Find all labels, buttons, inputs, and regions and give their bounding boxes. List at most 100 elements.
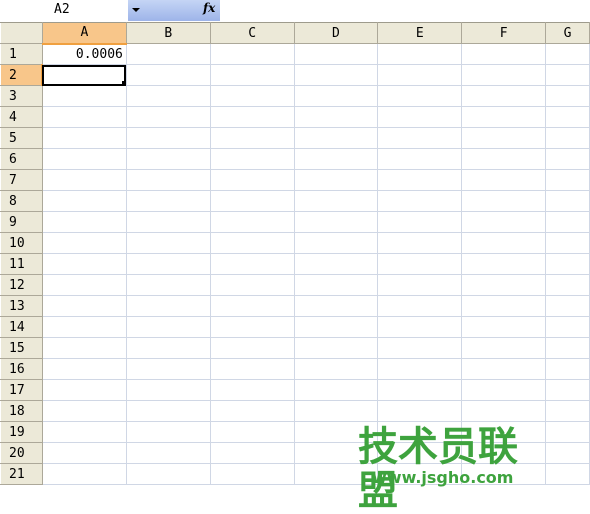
cell-b10[interactable]	[125, 232, 211, 254]
cell-c21[interactable]	[209, 463, 295, 485]
cell-g18[interactable]	[545, 400, 590, 422]
cell-c16[interactable]	[209, 358, 295, 380]
name-box[interactable]: A2	[0, 0, 129, 20]
cell-d13[interactable]	[293, 295, 379, 317]
cell-a20[interactable]	[41, 442, 127, 464]
row-header-2[interactable]: 2	[0, 64, 44, 86]
cell-e12[interactable]	[377, 274, 463, 296]
cell-a10[interactable]	[41, 232, 127, 254]
column-header-c[interactable]: C	[209, 22, 295, 44]
cell-b6[interactable]	[125, 148, 211, 170]
formula-input[interactable]	[220, 0, 590, 21]
cell-c11[interactable]	[209, 253, 295, 275]
cell-c20[interactable]	[209, 442, 295, 464]
cell-a9[interactable]	[41, 211, 127, 233]
cell-e8[interactable]	[377, 190, 463, 212]
cell-g14[interactable]	[545, 316, 590, 338]
cell-d3[interactable]	[293, 85, 379, 107]
cell-b19[interactable]	[125, 421, 211, 443]
cell-e9[interactable]	[377, 211, 463, 233]
cell-e10[interactable]	[377, 232, 463, 254]
cell-c8[interactable]	[209, 190, 295, 212]
cell-b1[interactable]	[125, 43, 211, 65]
cell-a18[interactable]	[41, 400, 127, 422]
cell-c9[interactable]	[209, 211, 295, 233]
cell-a16[interactable]	[41, 358, 127, 380]
cell-c4[interactable]	[209, 106, 295, 128]
insert-function-icon[interactable]: fx	[203, 1, 215, 15]
row-header-7[interactable]: 7	[0, 169, 43, 191]
cell-a13[interactable]	[41, 295, 127, 317]
cell-c7[interactable]	[209, 169, 295, 191]
cell-e7[interactable]	[377, 169, 463, 191]
cell-e15[interactable]	[377, 337, 463, 359]
row-header-21[interactable]: 21	[0, 463, 43, 485]
chevron-down-icon[interactable]	[132, 8, 140, 12]
cell-g5[interactable]	[545, 127, 590, 149]
cell-g11[interactable]	[545, 253, 590, 275]
cell-a17[interactable]	[41, 379, 127, 401]
cell-d8[interactable]	[293, 190, 379, 212]
row-header-14[interactable]: 14	[0, 316, 43, 338]
row-header-9[interactable]: 9	[0, 211, 43, 233]
cell-b20[interactable]	[125, 442, 211, 464]
cell-b3[interactable]	[125, 85, 211, 107]
cell-a14[interactable]	[41, 316, 127, 338]
cell-e18[interactable]	[377, 400, 463, 422]
cell-d6[interactable]	[293, 148, 379, 170]
cell-f10[interactable]	[461, 232, 547, 254]
cell-g16[interactable]	[545, 358, 590, 380]
column-header-d[interactable]: D	[293, 22, 379, 44]
cell-d11[interactable]	[293, 253, 379, 275]
cell-b5[interactable]	[125, 127, 211, 149]
cell-f7[interactable]	[461, 169, 547, 191]
cell-g1[interactable]	[545, 43, 590, 65]
cell-g7[interactable]	[545, 169, 590, 191]
cell-c15[interactable]	[209, 337, 295, 359]
cell-g17[interactable]	[545, 379, 590, 401]
cell-d10[interactable]	[293, 232, 379, 254]
cell-c12[interactable]	[209, 274, 295, 296]
cell-e6[interactable]	[377, 148, 463, 170]
cell-g13[interactable]	[545, 295, 590, 317]
cell-c1[interactable]	[209, 43, 295, 65]
cell-g8[interactable]	[545, 190, 590, 212]
cell-b9[interactable]	[125, 211, 211, 233]
cell-c3[interactable]	[209, 85, 295, 107]
cell-g9[interactable]	[545, 211, 590, 233]
cell-c2[interactable]	[209, 64, 295, 86]
cell-g12[interactable]	[545, 274, 590, 296]
cell-e16[interactable]	[377, 358, 463, 380]
cell-e11[interactable]	[377, 253, 463, 275]
row-header-10[interactable]: 10	[0, 232, 43, 254]
cell-e14[interactable]	[377, 316, 463, 338]
cell-b15[interactable]	[125, 337, 211, 359]
cell-a11[interactable]	[41, 253, 127, 275]
column-header-a[interactable]: A	[41, 22, 127, 45]
cell-a5[interactable]	[41, 127, 127, 149]
row-header-3[interactable]: 3	[0, 85, 43, 107]
cell-b8[interactable]	[125, 190, 211, 212]
cell-b7[interactable]	[125, 169, 211, 191]
column-header-e[interactable]: E	[377, 22, 463, 44]
cell-f14[interactable]	[461, 316, 547, 338]
cell-f5[interactable]	[461, 127, 547, 149]
cell-a4[interactable]	[41, 106, 127, 128]
row-header-13[interactable]: 13	[0, 295, 43, 317]
column-header-b[interactable]: B	[125, 22, 211, 44]
cell-d4[interactable]	[293, 106, 379, 128]
cell-c18[interactable]	[209, 400, 295, 422]
row-header-1[interactable]: 1	[0, 43, 43, 65]
cell-f8[interactable]	[461, 190, 547, 212]
name-box-dropdown[interactable]: fx	[128, 0, 220, 21]
cell-f15[interactable]	[461, 337, 547, 359]
row-header-6[interactable]: 6	[0, 148, 43, 170]
cell-c10[interactable]	[209, 232, 295, 254]
cell-g15[interactable]	[545, 337, 590, 359]
cell-f18[interactable]	[461, 400, 547, 422]
column-header-g[interactable]: G	[545, 22, 590, 44]
cell-f9[interactable]	[461, 211, 547, 233]
cell-f2[interactable]	[461, 64, 547, 86]
cell-c6[interactable]	[209, 148, 295, 170]
cell-e2[interactable]	[377, 64, 463, 86]
